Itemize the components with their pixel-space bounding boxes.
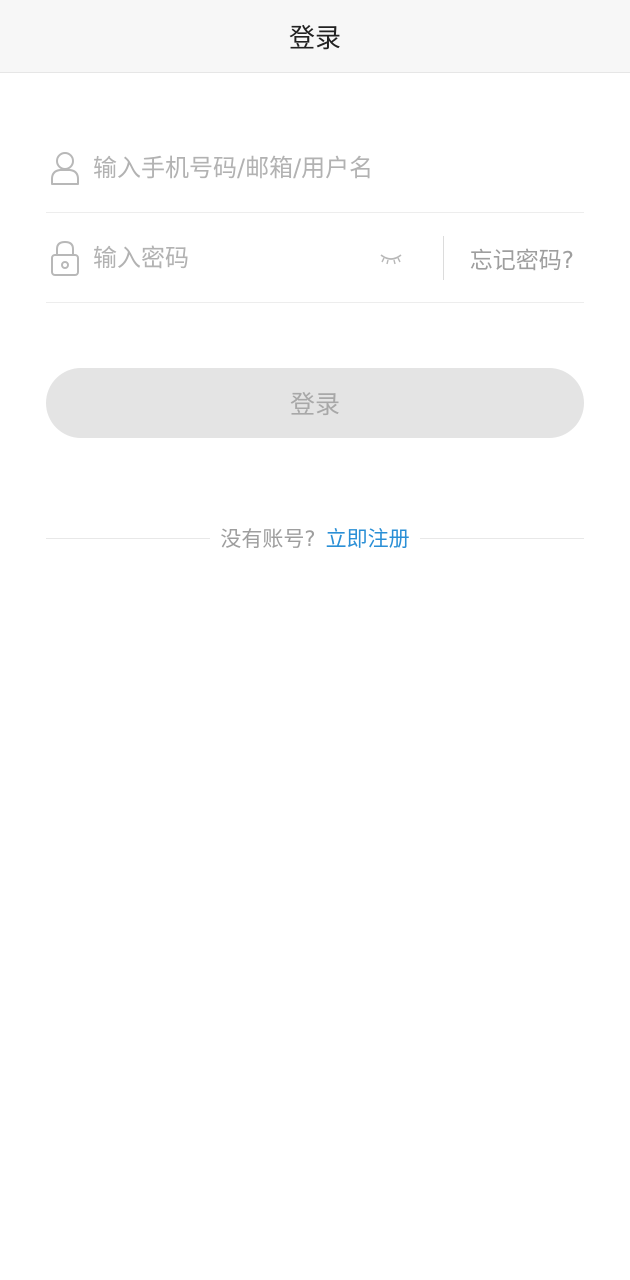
username-input[interactable] [93,147,584,188]
username-row [46,123,584,213]
divider-right [419,537,584,539]
eye-closed-icon[interactable] [377,246,405,270]
user-icon [49,150,81,186]
register-prompt: 没有账号? 立即注册 [46,520,584,556]
no-account-label: 没有账号? [220,527,316,551]
password-row: 忘记密码? [46,213,584,303]
password-input[interactable] [93,237,377,278]
forgot-password-link[interactable]: 忘记密码? [470,241,574,275]
register-link[interactable]: 立即注册 [326,523,410,553]
field-divider [442,235,444,280]
divider-left [46,537,211,539]
login-button[interactable]: 登录 [46,368,584,438]
register-text: 没有账号? 立即注册 [220,523,409,553]
page-title: 登录 [288,23,341,54]
lock-icon [49,240,81,276]
header-bar: 登录 [0,0,630,73]
